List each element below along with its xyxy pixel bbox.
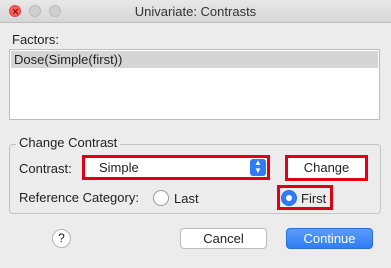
window-title: Univariate: Contrasts <box>134 4 257 19</box>
change-button[interactable]: Change <box>285 155 368 181</box>
group-label: Change Contrast <box>16 135 121 150</box>
help-button[interactable]: ? <box>52 229 71 248</box>
radio-first-label[interactable]: First <box>301 191 326 206</box>
contrast-select[interactable]: Simple ▲ ▼ <box>82 155 270 180</box>
radio-last-label[interactable]: Last <box>174 191 199 206</box>
factors-label: Factors: <box>12 32 59 47</box>
contrast-value: Simple <box>99 160 139 175</box>
continue-button[interactable]: Continue <box>286 228 373 249</box>
list-item[interactable]: Dose(Simple(first)) <box>11 51 378 68</box>
reference-category-label: Reference Category: <box>19 190 139 205</box>
radio-first[interactable] <box>281 190 297 206</box>
contrast-label: Contrast: <box>19 161 72 176</box>
factors-list[interactable]: Dose(Simple(first)) <box>9 49 380 120</box>
title-bar: Univariate: Contrasts <box>0 0 391 23</box>
radio-last[interactable] <box>153 190 169 206</box>
chevron-updown-icon: ▲ ▼ <box>250 159 266 176</box>
cancel-button[interactable]: Cancel <box>180 228 267 249</box>
